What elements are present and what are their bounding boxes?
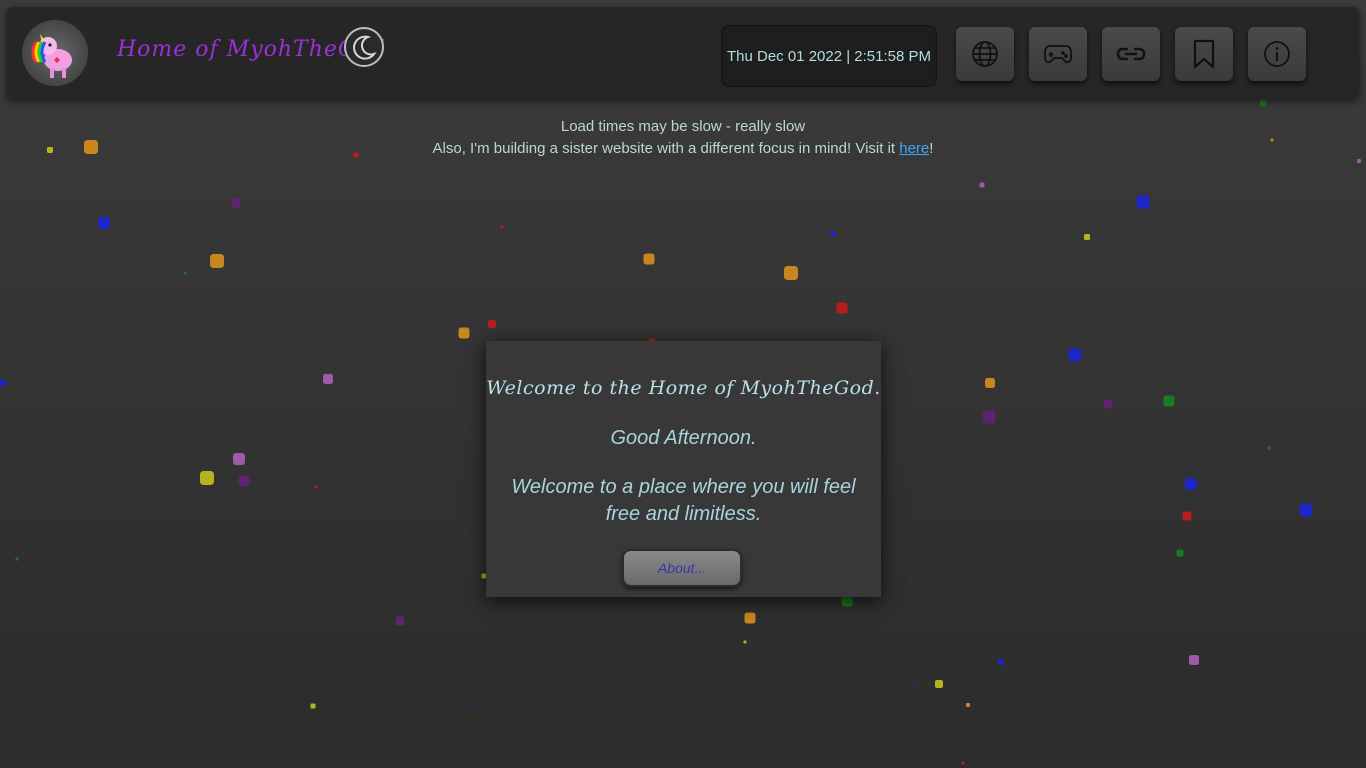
confetti-particle xyxy=(1260,100,1266,106)
confetti-particle xyxy=(1136,195,1150,209)
confetti-particle xyxy=(98,217,110,229)
globe-icon xyxy=(972,41,998,67)
confetti-particle xyxy=(233,453,245,465)
confetti-particle xyxy=(458,327,470,339)
confetti-particle xyxy=(1176,549,1184,557)
confetti-particle xyxy=(643,253,655,265)
globe-button[interactable] xyxy=(956,27,1014,81)
confetti-particle xyxy=(985,378,995,388)
confetti-particle xyxy=(784,266,798,280)
greeting-text: Good Afternoon. xyxy=(610,427,757,449)
unicorn-logo[interactable] xyxy=(22,20,88,86)
confetti-particle xyxy=(200,471,214,485)
confetti-particle xyxy=(238,475,250,487)
confetti-particle xyxy=(912,684,914,686)
confetti-particle xyxy=(183,271,187,275)
sister-site-suffix: ! xyxy=(929,140,934,157)
sister-site-text: Also, I'm building a sister website with… xyxy=(432,140,900,157)
confetti-particle xyxy=(231,198,241,208)
gamepad-icon xyxy=(1044,45,1072,64)
confetti-particle xyxy=(836,302,848,314)
confetti-particle xyxy=(1189,655,1199,665)
confetti-particle xyxy=(314,485,318,489)
confetti-particle xyxy=(1185,478,1197,490)
confetti-particle xyxy=(841,595,853,607)
load-time-notice: Load times may be slow - really slow xyxy=(560,118,806,135)
confetti-particle xyxy=(1163,395,1175,407)
datetime-display: Thu Dec 01 2022 | 2:51:58 PM xyxy=(721,25,937,87)
games-button[interactable] xyxy=(1029,27,1087,81)
confetti-particle xyxy=(998,659,1004,665)
confetti-particle xyxy=(488,320,496,328)
confetti-particle xyxy=(0,380,6,386)
confetti-particle xyxy=(1068,348,1082,362)
sister-site-notice: Also, I'm building a sister website with… xyxy=(0,140,1366,157)
confetti-particle xyxy=(310,703,316,709)
confetti-particle xyxy=(966,703,970,707)
confetti-particle xyxy=(1299,503,1313,517)
info-icon xyxy=(1264,41,1290,67)
confetti-particle xyxy=(469,704,471,706)
confetti-particle xyxy=(982,410,996,424)
links-button[interactable] xyxy=(1102,27,1160,81)
confetti-particle xyxy=(1267,446,1271,450)
dark-mode-toggle[interactable] xyxy=(344,27,384,67)
confetti-particle xyxy=(395,616,405,626)
confetti-particle xyxy=(1182,511,1192,521)
about-button[interactable]: About... xyxy=(622,549,742,587)
confetti-particle xyxy=(15,557,19,561)
confetti-particle xyxy=(743,640,747,644)
bookmarks-button[interactable] xyxy=(1175,27,1233,81)
confetti-particle xyxy=(1357,159,1361,163)
confetti-particle xyxy=(830,231,836,237)
confetti-particle xyxy=(1103,399,1113,409)
moon-icon xyxy=(353,35,377,60)
link-icon xyxy=(1116,47,1146,61)
confetti-particle xyxy=(323,374,333,384)
confetti-particle xyxy=(961,761,965,765)
welcome-card: Welcome to the Home of MyohTheGod. Good … xyxy=(486,341,881,597)
welcome-title: Welcome to the Home of MyohTheGod. xyxy=(486,377,881,399)
unicorn-icon xyxy=(31,34,72,78)
confetti-particle xyxy=(500,225,504,229)
confetti-particle xyxy=(744,612,756,624)
tagline-text: Welcome to a place where you will feel f… xyxy=(511,476,856,525)
top-header: Home of MyohTheGod Thu Dec 01 2022 | 2:5… xyxy=(7,7,1359,99)
confetti-particle xyxy=(979,182,985,188)
sister-site-link[interactable]: here xyxy=(899,140,929,157)
info-button[interactable] xyxy=(1248,27,1306,81)
bookmark-icon xyxy=(1193,39,1215,69)
confetti-particle xyxy=(210,254,224,268)
confetti-particle xyxy=(935,680,943,688)
confetti-particle xyxy=(1084,234,1090,240)
